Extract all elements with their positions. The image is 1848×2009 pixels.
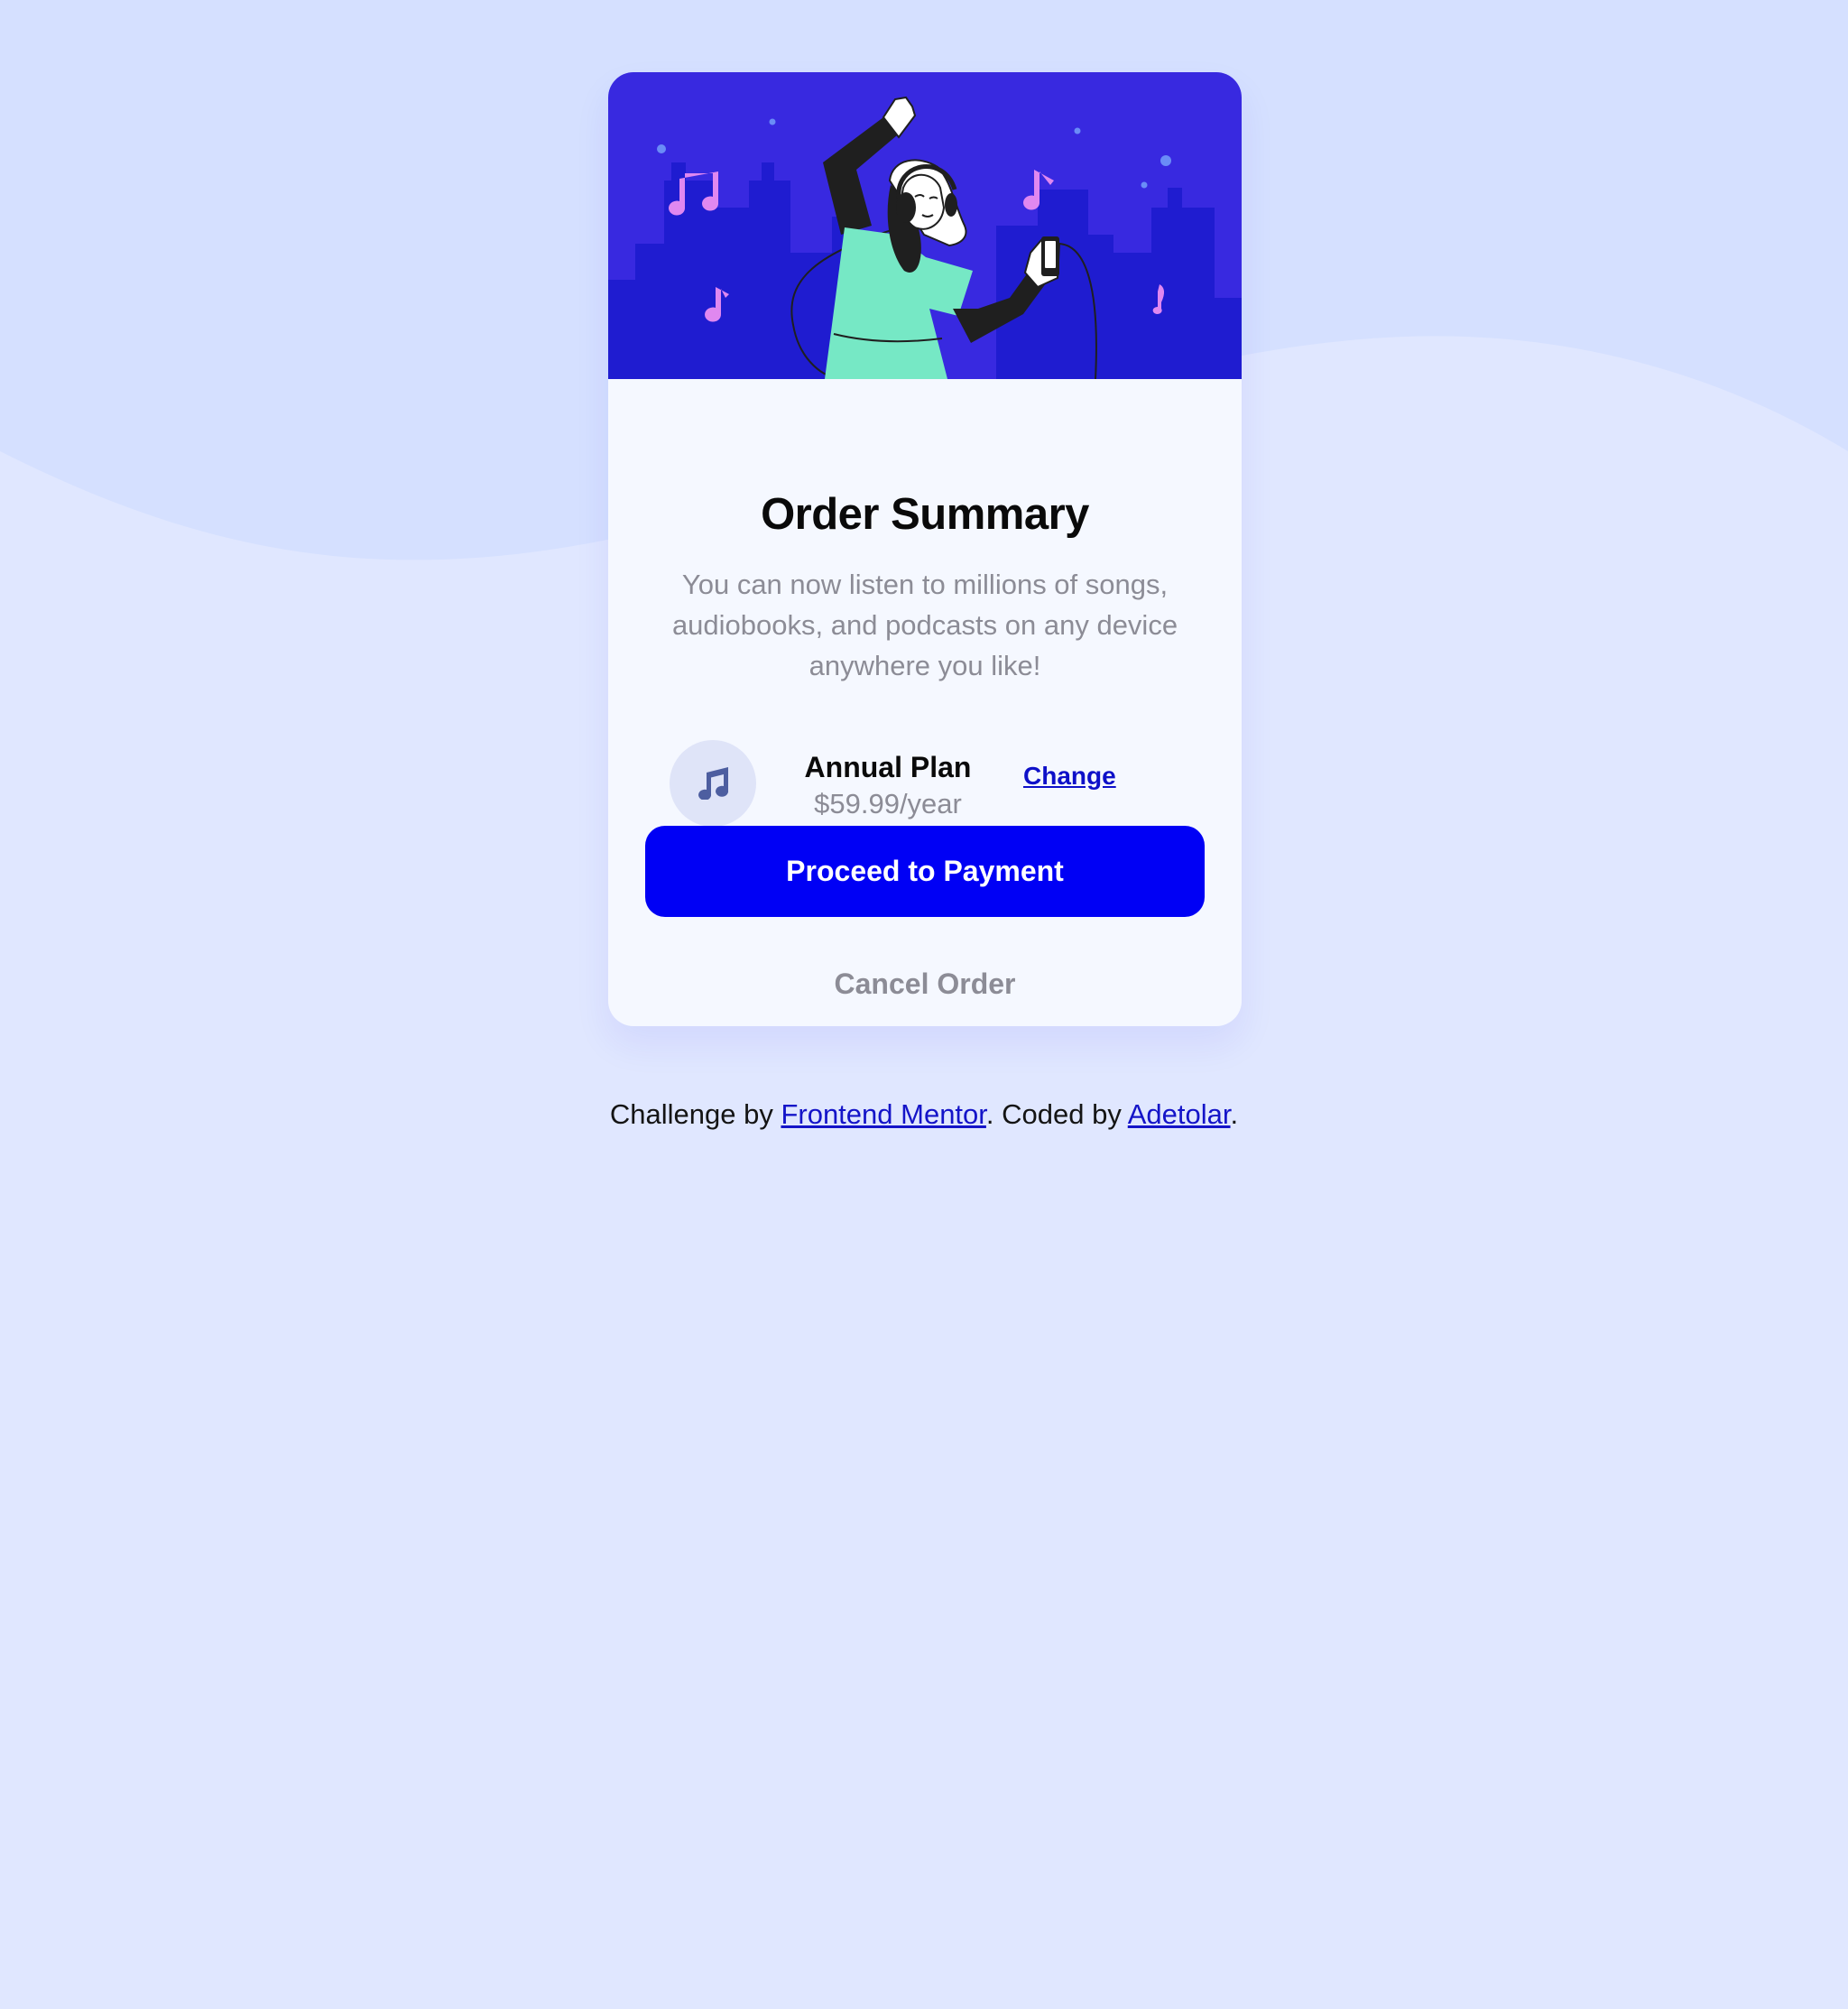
change-plan-link[interactable]: Change <box>1023 762 1116 791</box>
footer-prefix-text: Challenge by <box>609 1098 781 1130</box>
author-link[interactable]: Adetolar <box>1128 1098 1231 1130</box>
frontend-mentor-link[interactable]: Frontend Mentor <box>781 1098 985 1130</box>
hero-illustration <box>608 72 1242 379</box>
music-note-icon <box>670 740 756 827</box>
footer-suffix-text: . <box>1230 1098 1239 1130</box>
footer-middle-text: . Coded by <box>985 1098 1128 1130</box>
plan-name: Annual Plan <box>804 751 972 783</box>
proceed-to-payment-button[interactable]: Proceed to Payment <box>645 826 1205 917</box>
plan-row: Annual Plan $59.99/year Change <box>670 740 1180 827</box>
page-title: Order Summary <box>761 490 1089 539</box>
attribution-footer: Challenge by Frontend Mentor. Coded by A… <box>0 1098 1848 1131</box>
order-description: You can now listen to millions of songs,… <box>671 569 1178 681</box>
order-summary-card: Order Summary You can now listen to mill… <box>608 72 1242 1026</box>
plan-price: $59.99/year <box>814 788 962 819</box>
cancel-order-button[interactable]: Cancel Order <box>608 961 1242 1006</box>
